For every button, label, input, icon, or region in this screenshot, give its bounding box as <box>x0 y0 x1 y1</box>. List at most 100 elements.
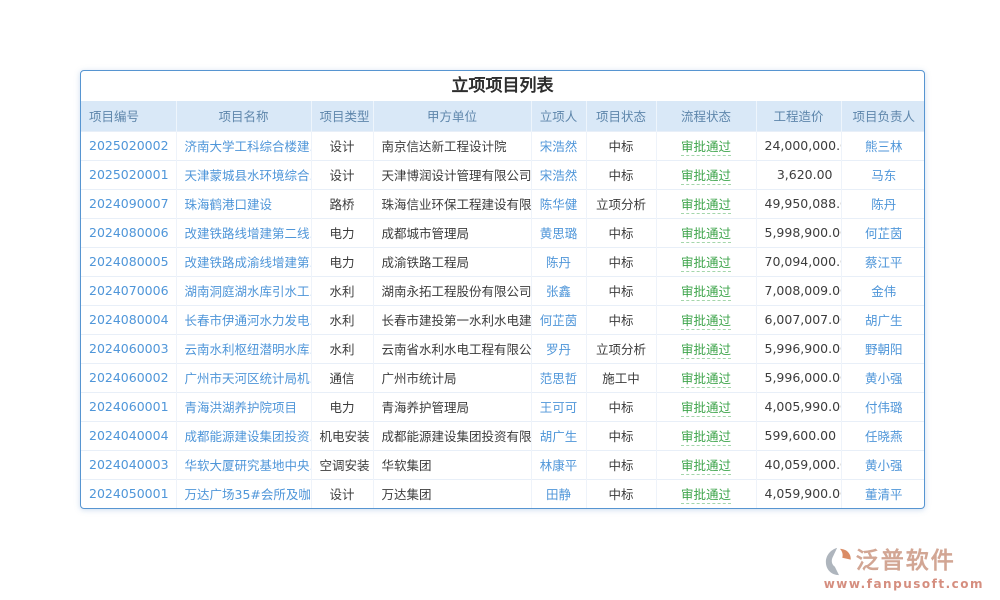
manager-link[interactable]: 董清平 <box>865 487 903 502</box>
project-code-link[interactable]: 2024060002 <box>89 370 169 385</box>
flow-status-link[interactable]: 审批通过 <box>681 226 731 243</box>
cell-project-name: 济南大学工科综合楼建... <box>176 131 311 160</box>
flow-status-link[interactable]: 审批通过 <box>681 168 731 185</box>
initiator-link[interactable]: 林康平 <box>540 458 578 473</box>
manager-link[interactable]: 付伟璐 <box>865 400 903 415</box>
manager-link[interactable]: 马东 <box>871 168 896 183</box>
cell-project-status: 中标 <box>586 247 656 276</box>
flow-status-link[interactable]: 审批通过 <box>681 139 731 156</box>
project-name-link[interactable]: 成都能源建设集团投资... <box>185 429 312 444</box>
table-row: 2024060002 广州市天河区统计局机... 通信 广州市统计局 范思哲 施… <box>81 363 925 392</box>
cell-initiator: 罗丹 <box>531 334 586 363</box>
cell-client-unit: 南京信达新工程设计院 <box>373 131 531 160</box>
project-name-link[interactable]: 长春市伊通河水力发电... <box>185 313 312 328</box>
project-code-link[interactable]: 2024050001 <box>89 486 169 501</box>
cell-flow-status: 审批通过 <box>656 218 756 247</box>
project-code-link[interactable]: 2024090007 <box>89 196 169 211</box>
manager-link[interactable]: 胡广生 <box>865 313 903 328</box>
project-name-link[interactable]: 天津蒙城县水环境综合... <box>185 168 312 183</box>
cell-project-manager: 黄小强 <box>841 363 925 392</box>
initiator-link[interactable]: 陈丹 <box>546 255 571 270</box>
project-name-link[interactable]: 广州市天河区统计局机... <box>185 371 312 386</box>
table-row: 2024040003 华软大厦研究基地中央... 空调安装 华软集团 林康平 中… <box>81 450 925 479</box>
project-code-link[interactable]: 2024070006 <box>89 283 169 298</box>
flow-status-link[interactable]: 审批通过 <box>681 313 731 330</box>
manager-link[interactable]: 陈丹 <box>871 197 896 212</box>
manager-link[interactable]: 野朝阳 <box>865 342 903 357</box>
flow-status-link[interactable]: 审批通过 <box>681 429 731 446</box>
cell-project-code: 2024080004 <box>81 305 176 334</box>
cell-project-type: 电力 <box>311 247 373 276</box>
project-name-link[interactable]: 济南大学工科综合楼建... <box>185 139 312 154</box>
project-name-link[interactable]: 改建铁路线增建第二线... <box>185 226 312 241</box>
flow-status-link[interactable]: 审批通过 <box>681 487 731 504</box>
cell-project-code: 2024090007 <box>81 189 176 218</box>
project-code-link[interactable]: 2025020002 <box>89 138 169 153</box>
project-code-link[interactable]: 2024080005 <box>89 254 169 269</box>
initiator-link[interactable]: 张鑫 <box>546 284 571 299</box>
initiator-link[interactable]: 陈华健 <box>540 197 578 212</box>
cell-initiator: 田静 <box>531 479 586 508</box>
cell-project-type: 机电安装 <box>311 421 373 450</box>
flow-status-link[interactable]: 审批通过 <box>681 342 731 359</box>
flow-status-link[interactable]: 审批通过 <box>681 255 731 272</box>
project-code-link[interactable]: 2024040004 <box>89 428 169 443</box>
cell-project-code: 2025020001 <box>81 160 176 189</box>
cell-project-status: 中标 <box>586 218 656 247</box>
cell-project-cost: 4,059,900.00 <box>756 479 841 508</box>
initiator-link[interactable]: 何芷茵 <box>540 313 578 328</box>
initiator-link[interactable]: 宋浩然 <box>540 139 578 154</box>
project-name-link[interactable]: 珠海鹤港口建设 <box>185 197 273 212</box>
initiator-link[interactable]: 宋浩然 <box>540 168 578 183</box>
initiator-link[interactable]: 罗丹 <box>546 342 571 357</box>
initiator-link[interactable]: 王可可 <box>540 400 578 415</box>
initiator-link[interactable]: 田静 <box>546 487 571 502</box>
project-name-link[interactable]: 云南水利枢纽潜明水库... <box>185 342 312 357</box>
project-code-link[interactable]: 2024060003 <box>89 341 169 356</box>
project-code-link[interactable]: 2024040003 <box>89 457 169 472</box>
project-code-link[interactable]: 2024080006 <box>89 225 169 240</box>
manager-link[interactable]: 熊三林 <box>865 139 903 154</box>
cell-flow-status: 审批通过 <box>656 450 756 479</box>
manager-link[interactable]: 金伟 <box>871 284 896 299</box>
cell-project-type: 水利 <box>311 305 373 334</box>
project-name-link[interactable]: 华软大厦研究基地中央... <box>185 458 312 473</box>
cell-client-unit: 成都能源建设集团投资有限... <box>373 421 531 450</box>
initiator-link[interactable]: 黄思璐 <box>540 226 578 241</box>
flow-status-link[interactable]: 审批通过 <box>681 400 731 417</box>
initiator-link[interactable]: 胡广生 <box>540 429 578 444</box>
initiator-link[interactable]: 范思哲 <box>540 371 578 386</box>
cell-project-name: 改建铁路线增建第二线... <box>176 218 311 247</box>
cell-project-code: 2024040004 <box>81 421 176 450</box>
cell-initiator: 宋浩然 <box>531 131 586 160</box>
flow-status-link[interactable]: 审批通过 <box>681 197 731 214</box>
cell-project-type: 设计 <box>311 160 373 189</box>
manager-link[interactable]: 蔡江平 <box>865 255 903 270</box>
cell-project-manager: 马东 <box>841 160 925 189</box>
manager-link[interactable]: 任晓燕 <box>865 429 903 444</box>
project-name-link[interactable]: 改建铁路成渝线增建第... <box>185 255 312 270</box>
flow-status-link[interactable]: 审批通过 <box>681 284 731 301</box>
project-code-link[interactable]: 2025020001 <box>89 167 169 182</box>
table-row: 2024070006 湖南洞庭湖水库引水工... 水利 湖南永拓工程股份有限公司… <box>81 276 925 305</box>
flow-status-link[interactable]: 审批通过 <box>681 458 731 475</box>
cell-project-cost: 5,996,000.00 <box>756 363 841 392</box>
cell-client-unit: 广州市统计局 <box>373 363 531 392</box>
cell-project-manager: 任晓燕 <box>841 421 925 450</box>
brand-name: 泛普软件 <box>856 546 956 576</box>
cell-project-cost: 6,007,007.00 <box>756 305 841 334</box>
cell-project-name: 万达广场35#会所及咖... <box>176 479 311 508</box>
manager-link[interactable]: 黄小强 <box>865 458 903 473</box>
project-name-link[interactable]: 青海洪湖养护院项目 <box>185 400 298 415</box>
table-row: 2024080006 改建铁路线增建第二线... 电力 成都城市管理局 黄思璐 … <box>81 218 925 247</box>
manager-link[interactable]: 黄小强 <box>865 371 903 386</box>
cell-project-type: 电力 <box>311 218 373 247</box>
project-code-link[interactable]: 2024060001 <box>89 399 169 414</box>
project-name-link[interactable]: 万达广场35#会所及咖... <box>185 487 312 502</box>
project-name-link[interactable]: 湖南洞庭湖水库引水工... <box>185 284 312 299</box>
column-header-name: 项目名称 <box>176 101 311 131</box>
project-code-link[interactable]: 2024080004 <box>89 312 169 327</box>
cell-project-name: 改建铁路成渝线增建第... <box>176 247 311 276</box>
flow-status-link[interactable]: 审批通过 <box>681 371 731 388</box>
manager-link[interactable]: 何芷茵 <box>865 226 903 241</box>
